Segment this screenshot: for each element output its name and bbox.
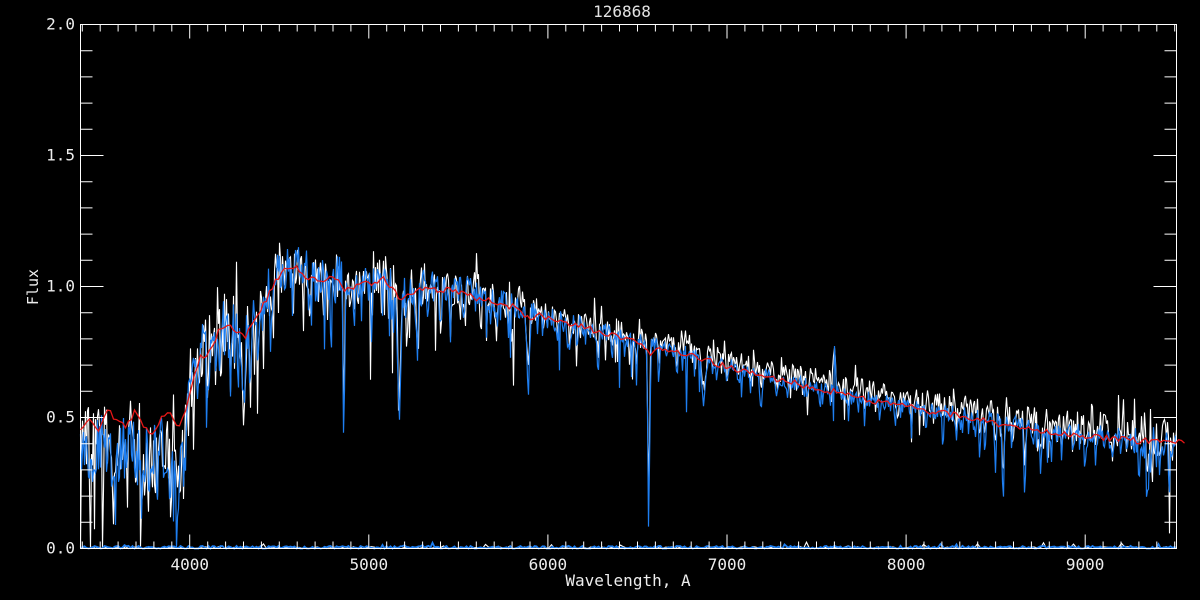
chart-title: 126868 [593, 2, 651, 21]
y-tick-label: 1.5 [46, 146, 75, 165]
y-tick-label: 0.0 [46, 539, 75, 558]
y-tick-label: 2.0 [46, 15, 75, 34]
y-tick-label: 1.0 [46, 277, 75, 296]
x-tick-label: 5000 [350, 555, 389, 574]
spectrum-plot-window: 4000500060007000800090000.00.51.01.52.0 … [0, 0, 1200, 600]
x-axis-label: Wavelength, A [565, 571, 690, 590]
x-tick-label: 6000 [529, 555, 568, 574]
x-tick-label: 7000 [708, 555, 747, 574]
axes-box-and-ticks [81, 25, 1177, 549]
y-axis-label: Flux [24, 269, 42, 305]
x-tick-label: 8000 [887, 555, 926, 574]
series-observed-spectrum-blue [81, 247, 1177, 547]
spectrum-chart-canvas: 4000 5000 6000 7000 8000 9000 0.0 0.5 1.0 1.5 2.0 [0, 0, 1200, 600]
x-tick-label: 4000 [170, 555, 209, 574]
x-tick-label: 9000 [1066, 555, 1105, 574]
y-tick-label: 0.5 [46, 408, 75, 427]
